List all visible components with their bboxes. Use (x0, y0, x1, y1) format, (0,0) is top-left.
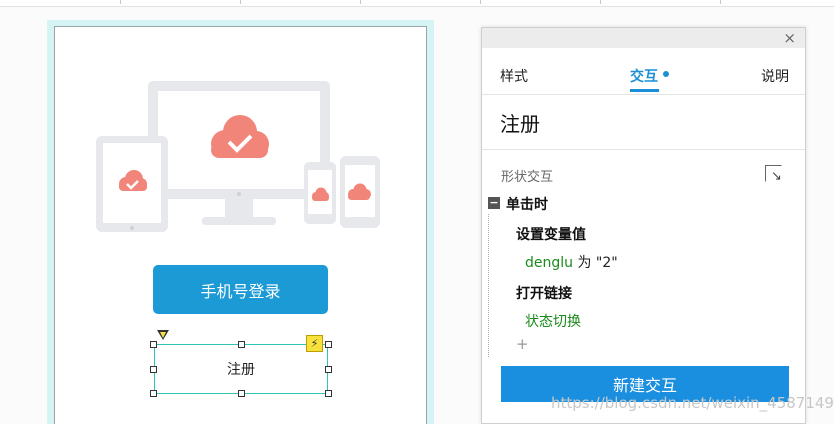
interaction-bolt-icon[interactable]: ⚡ (306, 335, 323, 352)
action-open-link[interactable]: 打开链接 (516, 283, 572, 303)
tab-dot-indicator (663, 71, 669, 77)
devices-cloud-illustration (96, 81, 380, 232)
resize-handle-bottom-right[interactable] (325, 390, 332, 397)
top-ruler (0, 0, 834, 7)
rotation-anchor-fill (159, 331, 166, 338)
variable-value: 为 "2" (573, 255, 618, 271)
action-set-variable-detail[interactable]: denglu 为 "2" (525, 252, 618, 272)
section-title: 形状交互 (501, 170, 554, 185)
close-icon[interactable]: × (783, 29, 796, 47)
action-open-link-detail[interactable]: 状态切换 (525, 311, 581, 331)
action-set-variable[interactable]: 设置变量值 (516, 224, 586, 244)
phone-login-button[interactable]: 手机号登录 (153, 265, 328, 314)
tabs-divider (482, 94, 805, 95)
add-action-icon[interactable]: + (516, 335, 529, 353)
event-on-click[interactable]: 单击时 (506, 194, 548, 214)
register-shape-label: 注册 (227, 362, 255, 378)
interaction-panel: × 样式 交互 说明 注册 形状交互 ↘ − 单击时 设置变量值 denglu … (481, 27, 806, 424)
resize-handle-top-right[interactable] (325, 341, 332, 348)
event-tree-line (488, 214, 489, 357)
resize-handle-middle-right[interactable] (325, 366, 332, 373)
variable-name: denglu (525, 255, 574, 271)
tab-notes[interactable]: 说明 (761, 66, 789, 86)
resize-handle-top-center[interactable] (238, 341, 245, 348)
cursor-arrow-icon: ↘ (771, 169, 782, 184)
panel-titlebar: × (482, 28, 805, 48)
tab-style[interactable]: 样式 (500, 66, 528, 86)
resize-handle-bottom-left[interactable] (150, 390, 157, 397)
tab-interaction[interactable]: 交互 (630, 66, 658, 86)
resize-handle-top-left[interactable] (150, 341, 157, 348)
name-divider (482, 149, 805, 150)
active-tab-underline (630, 89, 659, 92)
collapse-icon[interactable]: − (488, 197, 500, 209)
resize-handle-bottom-center[interactable] (238, 390, 245, 397)
widget-name[interactable]: 注册 (500, 108, 540, 137)
resize-handle-middle-left[interactable] (150, 366, 157, 373)
watermark-text: https://blog.csdn.net/weixin_45871499 (551, 394, 834, 412)
register-shape[interactable]: 注册 (154, 344, 328, 394)
